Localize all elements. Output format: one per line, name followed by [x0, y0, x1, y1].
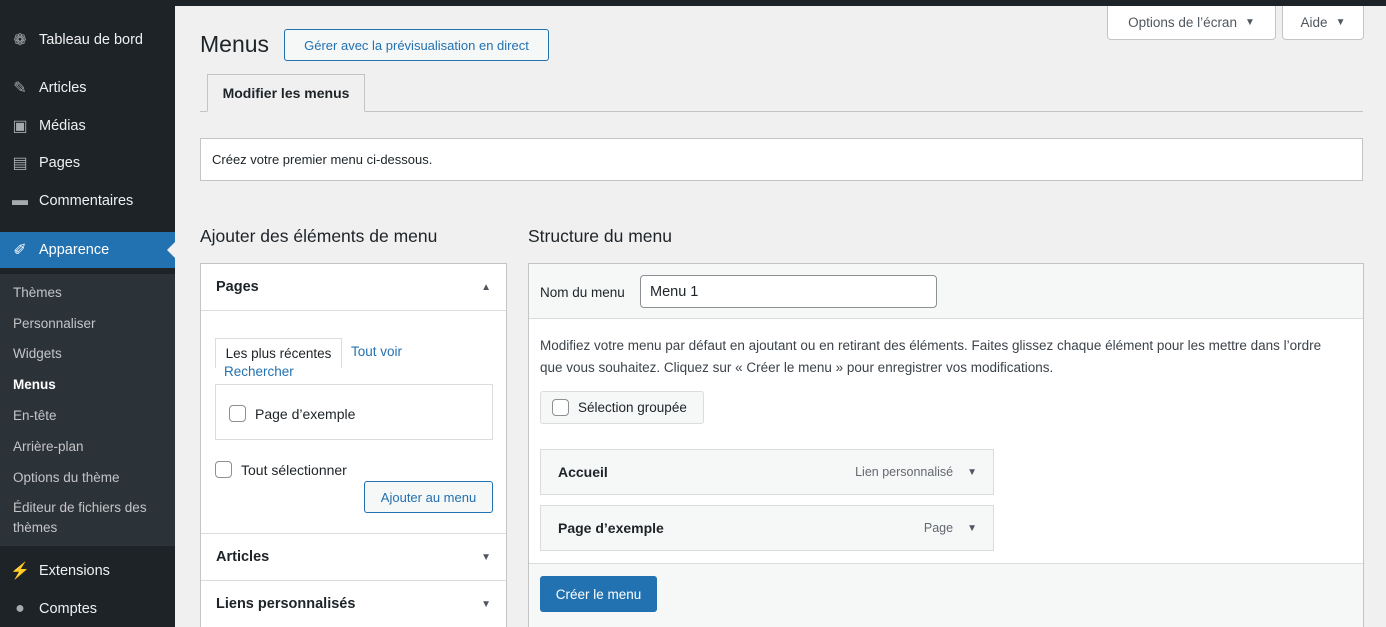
submenu-widgets[interactable]: Widgets [13, 344, 62, 364]
caret-down-icon: ▼ [481, 551, 491, 563]
menu-name-input[interactable]: Menu 1 [640, 275, 937, 308]
sidebar-item-label: Commentaires [39, 193, 134, 209]
notice-text: Créez votre premier menu ci-dessous. [212, 152, 433, 167]
select-all-checkbox[interactable] [215, 461, 232, 478]
live-preview-button[interactable]: Gérer avec la prévisualisation en direct [284, 29, 549, 61]
sidebar-item-extensions[interactable]: ⚡ Extensions [0, 553, 175, 589]
notice-box: Créez votre premier menu ci-dessous. [200, 138, 1363, 181]
submenu-theme-file-editor[interactable]: Éditeur de fichiers des [13, 498, 147, 518]
page-checkbox-label: Page d’exemple [255, 405, 356, 422]
sidebar-item-label: Comptes [39, 601, 98, 617]
caret-up-icon: ▲ [481, 281, 491, 293]
submenu-header[interactable]: En-tête [13, 406, 57, 426]
sidebar-item-label: Pages [39, 155, 81, 171]
submenu-background[interactable]: Arrière-plan [13, 437, 84, 457]
menu-structure-heading: Structure du menu [528, 226, 672, 246]
menu-item-type: Lien personnalisé [855, 465, 954, 479]
tab-search[interactable]: Rechercher [224, 364, 294, 379]
menu-item-meta: Lien personnalisé ▼ [855, 465, 977, 479]
caret-down-icon: ▼ [1335, 17, 1346, 28]
caret-down-icon[interactable]: ▼ [967, 523, 977, 534]
create-menu-button[interactable]: Créer le menu [540, 576, 657, 612]
tab-divider [200, 111, 1363, 112]
sidebar-item-medias[interactable]: ▣ Médias [0, 108, 175, 144]
page-checkbox-row[interactable]: Page d’exemple [229, 405, 355, 422]
submenu-customize[interactable]: Personnaliser [13, 314, 96, 334]
sidebar-item-users[interactable]: ● Comptes [0, 591, 175, 627]
submenu-theme-file-editor-cont[interactable]: thèmes [13, 518, 57, 538]
tab-edit-menus[interactable]: Modifier les menus [207, 74, 365, 112]
articles-accordion-header[interactable]: Articles ▼ [201, 534, 506, 580]
select-all-row[interactable]: Tout sélectionner [215, 461, 347, 478]
appearance-submenu: Thèmes Personnaliser Widgets Menus En-tê… [0, 274, 175, 546]
brush-icon: ✐ [13, 242, 27, 259]
sidebar-item-label: Extensions [39, 563, 110, 579]
help-label: Aide [1300, 15, 1328, 30]
submenu-theme-options[interactable]: Options du thème [13, 468, 120, 488]
caret-down-icon[interactable]: ▼ [967, 467, 977, 478]
plugin-icon: ⚡ [10, 563, 30, 580]
dashboard-icon: ❁ [13, 32, 27, 49]
sidebar-item-label: Médias [39, 118, 86, 134]
sidebar-item-label: Articles [39, 80, 87, 96]
sidebar-item-pages[interactable]: ▤ Pages [0, 145, 175, 181]
media-icon: ▣ [12, 118, 28, 135]
menu-instructions: Modifiez votre menu par défaut en ajouta… [540, 338, 1322, 375]
pages-icon: ▤ [12, 155, 28, 172]
pin-icon: ✎ [13, 80, 27, 97]
menu-item-home[interactable]: Accueil Lien personnalisé ▼ [540, 449, 994, 495]
screen-options-button[interactable]: Options de l’écran ▼ [1107, 6, 1276, 40]
add-items-heading: Ajouter des éléments de menu [200, 226, 438, 246]
bulk-select-label: Sélection groupée [578, 400, 687, 415]
articles-accordion-title: Articles [216, 549, 270, 565]
menu-item-meta: Page ▼ [924, 521, 977, 535]
pages-accordion-header[interactable]: Pages ▲ [201, 264, 506, 310]
add-items-panel: Pages ▲ Articles ▼ Liens personnalisés ▼ [200, 263, 507, 627]
tab-view-all[interactable]: Tout voir [351, 344, 402, 359]
sidebar-item-comments[interactable]: ▬ Commentaires [0, 183, 175, 219]
bulk-select-toggle[interactable]: Sélection groupée [540, 391, 704, 424]
pages-accordion-title: Pages [216, 279, 259, 295]
menu-item-title: Accueil [558, 464, 608, 480]
caret-down-icon: ▼ [481, 598, 491, 610]
menu-item-title: Page d’exemple [558, 520, 664, 536]
sidebar-item-appearance[interactable]: ✐ Apparence [0, 232, 175, 268]
help-button[interactable]: Aide ▼ [1282, 6, 1364, 40]
page-checkbox[interactable] [229, 405, 246, 422]
sidebar-item-label: Tableau de bord [39, 32, 143, 48]
submenu-menus[interactable]: Menus [13, 375, 56, 395]
sidebar-item-articles[interactable]: ✎ Articles [0, 70, 175, 106]
user-icon: ● [15, 600, 25, 617]
custom-links-accordion-header[interactable]: Liens personnalisés ▼ [201, 581, 506, 627]
comment-icon: ▬ [12, 192, 28, 209]
screen-options-label: Options de l’écran [1128, 15, 1237, 30]
submenu-themes[interactable]: Thèmes [13, 283, 62, 303]
admin-sidebar: ❁ Tableau de bord ✎ Articles ▣ Médias ▤ … [0, 6, 175, 627]
sidebar-item-label: Apparence [39, 242, 110, 258]
sidebar-item-dashboard[interactable]: ❁ Tableau de bord [0, 22, 175, 58]
bulk-select-checkbox[interactable] [552, 399, 569, 416]
menu-item-type: Page [923, 521, 954, 535]
menu-name-label: Nom du menu [540, 285, 625, 300]
add-to-menu-button[interactable]: Ajouter au menu [364, 481, 493, 513]
menu-name-value: Menu 1 [650, 283, 699, 300]
divider [201, 310, 506, 311]
page-title: Menus [200, 31, 270, 57]
caret-down-icon: ▼ [1244, 17, 1255, 28]
select-all-label: Tout sélectionner [241, 461, 347, 478]
menu-item-sample-page[interactable]: Page d’exemple Page ▼ [540, 505, 994, 551]
custom-links-accordion-title: Liens personnalisés [216, 596, 356, 612]
